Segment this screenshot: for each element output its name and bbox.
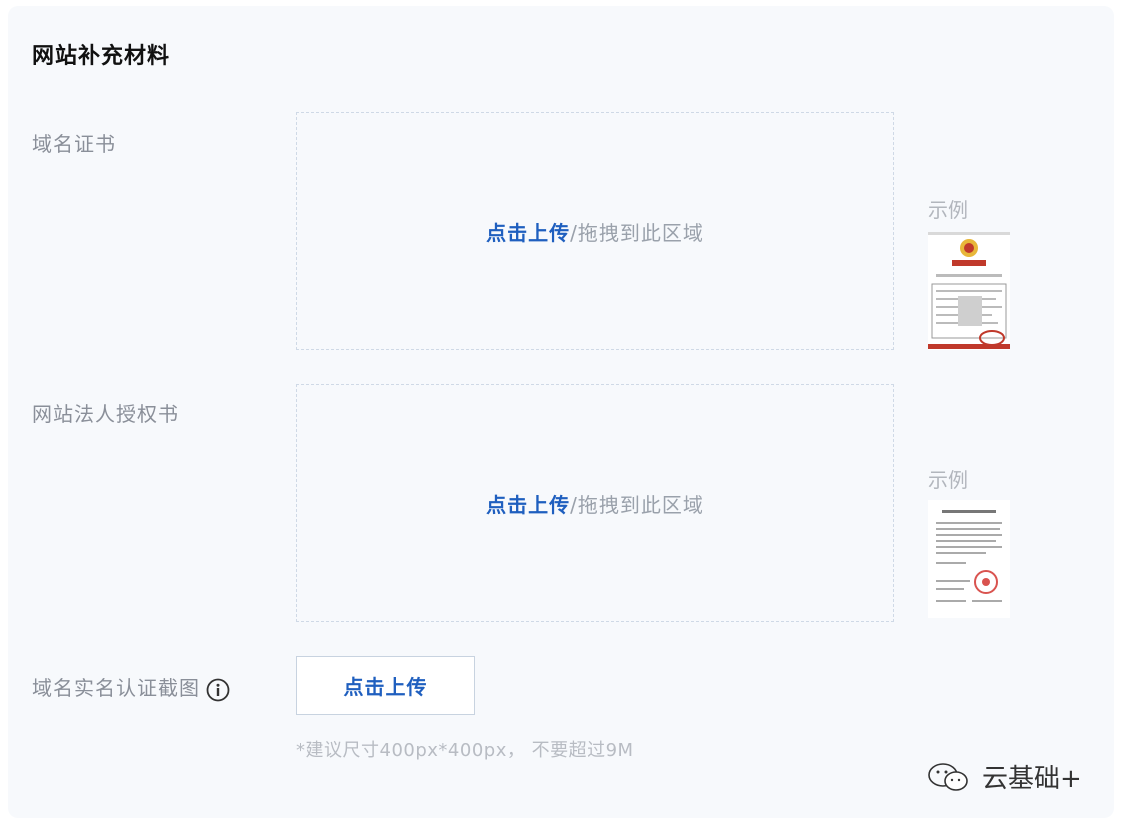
example-label: 示例 [928, 198, 968, 222]
realname-screenshot-label-text: 域名实名认证截图 [32, 676, 200, 700]
watermark: 云基础+ [926, 758, 1082, 795]
watermark-text: 云基础+ [982, 764, 1082, 794]
wechat-logo-icon [928, 762, 968, 791]
realname-screenshot-label: 域名实名认证截图 [32, 672, 230, 702]
domain-certificate-label: 域名证书 [32, 132, 116, 156]
domain-certificate-dropzone[interactable]: 点击上传/拖拽到此区域 [296, 112, 894, 350]
section-title: 网站补充材料 [32, 44, 171, 69]
drag-hint: /拖拽到此区域 [570, 220, 704, 245]
example-label: 示例 [928, 468, 968, 492]
drag-hint: /拖拽到此区域 [570, 492, 704, 517]
upload-button[interactable]: 点击上传 [296, 656, 475, 715]
upload-link[interactable]: 点击上传 [486, 217, 570, 246]
info-icon[interactable] [206, 678, 230, 702]
authorization-letter-thumbnail[interactable] [928, 500, 1010, 618]
size-hint: *建议尺寸400px*400px， 不要超过9M [296, 740, 634, 761]
authorization-letter-label: 网站法人授权书 [32, 402, 179, 426]
upload-link[interactable]: 点击上传 [486, 489, 570, 518]
certificate-thumbnail[interactable] [928, 232, 1010, 350]
authorization-letter-dropzone[interactable]: 点击上传/拖拽到此区域 [296, 384, 894, 622]
